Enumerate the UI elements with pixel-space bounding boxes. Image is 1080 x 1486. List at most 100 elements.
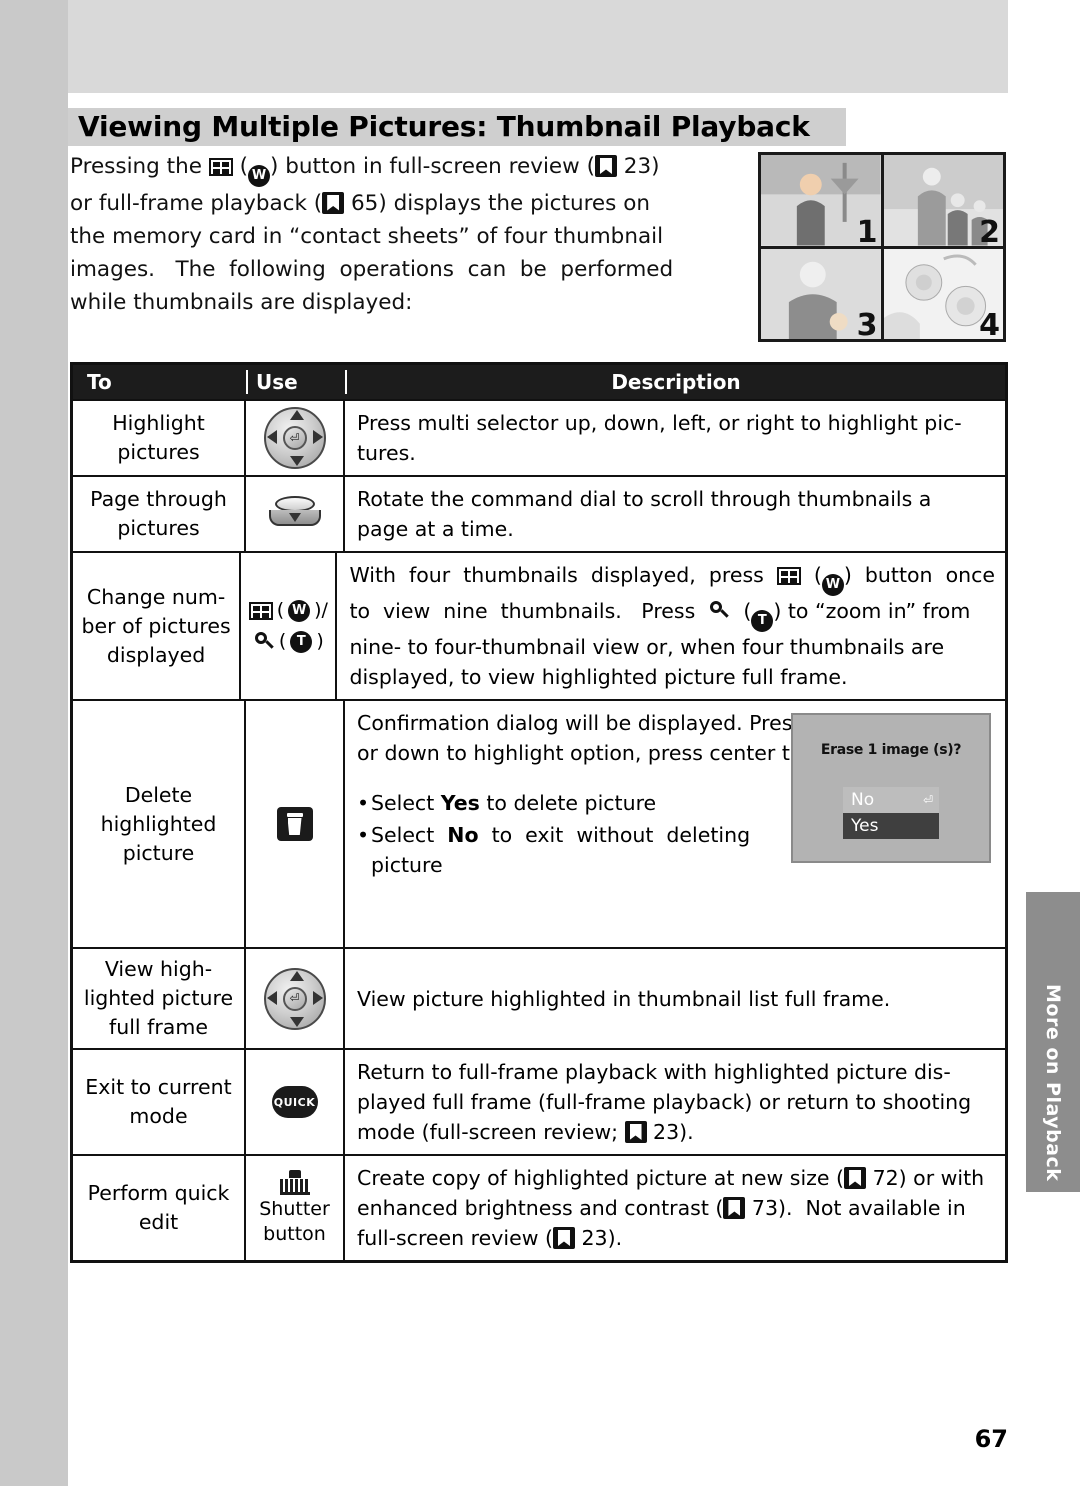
desc-line: tures. [357,441,416,465]
desc-line: With four thumbnails displayed, press (W… [349,560,995,596]
thumbnail-number-4: 4 [979,308,1000,339]
intro-paragraph: Pressing the (W) button in full-screen r… [70,150,745,319]
page-root: More on Playback Viewing Multiple Pictur… [0,0,1080,1486]
row-description: View picture highlighted in thumbnail li… [345,949,1005,1048]
column-header-use: Use [246,370,345,394]
desc-line: mode (full-screen review; 23). [357,1120,694,1144]
thumbnail-number-3: 3 [856,308,878,339]
thumbnail-cell-4: 4 [883,248,1003,339]
table-row: Highlight pictures ⏎ Press multi selector… [73,399,1005,475]
erase-dialog-options: No ⏎ Yes [801,787,981,839]
wide-zoom-icon: W [248,164,271,187]
magnifier-icon [708,600,730,622]
row-label-quick-edit: Perform quick edit [73,1156,246,1260]
multi-selector-icon: ⏎ [263,967,326,1030]
thumbnail-button-icon [208,158,233,176]
row-label-highlight-pictures: Highlight pictures [73,401,246,475]
erase-option-yes[interactable]: Yes [843,813,939,839]
shutter-button-icon [278,1169,312,1196]
desc-line: full-screen review ( 23). [357,1226,623,1250]
magnifier-icon [253,631,275,653]
bookmark-icon [552,1227,575,1249]
desc-line: page at a time. [357,517,514,541]
desc-line: displayed, to view highlighted picture f… [349,665,848,689]
intro-line-2: or full-frame playback ( 65) displays th… [70,190,650,216]
intro-line-3: the memory card in “contact sheets” of f… [70,223,664,249]
table-header-row: To Use Description [73,365,1005,399]
row-description: Confirmation dialog will be displayed. P… [345,701,1005,947]
table-row: Perform quick edit Shutter button Create c… [73,1154,1005,1260]
desc-line: View picture highlighted in thumbnail li… [357,986,891,1011]
bookmark-icon [624,1121,647,1143]
row-icon-zoom-buttons: (W)/ (T) [241,553,338,699]
erase-dialog-title: Erase 1 image (s)? [820,742,962,758]
row-icon-shutter: Shutter button [246,1156,345,1260]
thumbnail-number-1: 1 [856,214,878,246]
desc-line: Press multi selector up, down, left, or … [357,411,962,435]
page-number: 67 [974,1425,1008,1453]
thumbnail-button-icon [776,567,801,585]
row-icon-multi-selector: ⏎ [246,401,345,475]
erase-confirmation-dialog: Erase 1 image (s)? No ⏎ Yes [791,713,991,863]
trash-icon [276,807,313,841]
left-margin-bar [0,0,68,1486]
desc-line: to view nine thumbnails. Press (T) to “z… [349,596,995,632]
table-row: Exit to current mode QUICK Return to full… [73,1048,1005,1154]
wide-zoom-icon: W [288,599,311,622]
thumbnail-cell-1: 1 [761,155,881,246]
zoom-out-group: (W)/ [248,598,328,623]
row-icon-quick-button: QUICK [246,1050,345,1154]
erase-option-yes-label: Yes [851,816,879,836]
row-label-delete-picture: Delete highlighted picture [73,701,246,947]
erase-option-no[interactable]: No ⏎ [843,787,939,813]
page-title: Viewing Multiple Pictures: Thumbnail Pla… [78,110,810,143]
row-description: With four thumbnails displayed, press (W… [337,553,1005,699]
row-label-view-full-frame: View high-lighted picture full frame [73,949,246,1048]
table-row: Delete highlighted picture Confirmation di… [73,699,1005,947]
multi-selector-icon: ⏎ [263,407,326,469]
desc-line: Create copy of highlighted picture at ne… [357,1166,985,1190]
row-description: Create copy of highlighted picture at ne… [345,1156,1005,1260]
zoom-in-group: (T) [253,629,324,654]
column-header-description: Description [345,370,1005,394]
table-row: Page through pictures Rotate the command … [73,475,1005,551]
desc-line: Rotate the command dial to scroll throug… [357,487,932,511]
quick-button-icon: QUICK [271,1086,318,1118]
intro-line-4: images. The following operations can be … [70,256,674,282]
desc-line: played full frame (full-frame playback) … [357,1090,972,1114]
thumbnail-button-icon [248,601,273,620]
command-dial-icon [267,496,323,532]
row-icon-command-dial [246,477,345,551]
row-description: Return to full-frame playback with highl… [345,1050,1005,1154]
top-header-band-white [68,93,1008,106]
row-icon-multi-selector: ⏎ [246,949,345,1048]
row-icon-trash [246,701,345,947]
tele-zoom-icon: T [751,610,774,632]
intro-line-5: while thumbnails are displayed: [70,289,413,315]
shutter-label: Shutter button [259,1197,330,1245]
bookmark-icon [844,1167,867,1189]
tele-zoom-icon: T [290,630,313,653]
thumbnail-cell-2: 2 [883,155,1003,246]
desc-line: Return to full-frame playback with highl… [357,1060,951,1084]
row-label-page-through: Page through pictures [73,477,246,551]
enter-icon: ⏎ [922,793,933,807]
row-description: Rotate the command dial to scroll throug… [345,477,1005,551]
bookmark-icon [594,155,617,177]
bookmark-icon [322,191,345,214]
thumbnail-cell-3: 3 [761,248,881,339]
operations-table: To Use Description Highlight pictures ⏎ P… [70,362,1008,1263]
desc-line: enhanced brightness and contrast ( 73). … [357,1196,966,1220]
row-label-change-number: Change num-ber of pictures displayed [73,553,242,699]
thumbnail-contact-sheet: 1 2 3 4 [758,152,1006,342]
side-section-tab-label: More on Playback [1042,984,1064,1182]
thumbnail-number-2: 2 [979,214,1000,246]
column-header-to: To [87,370,112,394]
bookmark-icon [723,1197,746,1219]
top-header-band [68,0,1008,93]
intro-line-1: Pressing the (W) button in full-screen r… [70,150,745,187]
row-label-exit-current-mode: Exit to current mode [73,1050,246,1154]
desc-line: nine- to four-thumbnail view or, when fo… [349,635,945,659]
table-row: View high-lighted picture full frame ⏎ Vi… [73,947,1005,1048]
table-row: Change num-ber of pictures displayed (W)/… [73,551,1005,699]
